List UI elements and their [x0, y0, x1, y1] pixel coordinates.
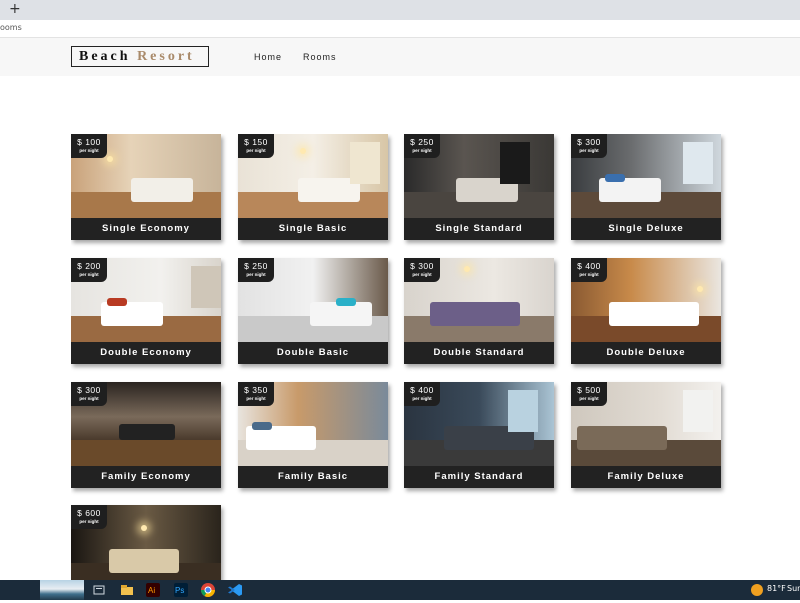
price-badge: $ 300 per night	[404, 258, 440, 282]
room-card[interactable]: $ 500 per night Family Deluxe	[571, 382, 721, 488]
room-name: Single Basic	[238, 218, 388, 240]
site-navbar: Beach Resort Home Rooms	[0, 38, 800, 76]
price-badge: $ 200 per night	[71, 258, 107, 282]
browser-tab-bar: +	[0, 0, 800, 20]
chrome-icon[interactable]	[199, 582, 217, 598]
svg-text:Ai: Ai	[148, 586, 155, 595]
room-name: Double Deluxe	[571, 342, 721, 364]
taskbar-thumbnail[interactable]	[40, 580, 84, 600]
new-tab-icon[interactable]: +	[9, 1, 21, 17]
price-badge: $ 150 per night	[238, 134, 274, 158]
illustrator-icon[interactable]: Ai	[144, 582, 162, 598]
price-badge: $ 600 per night	[71, 505, 107, 529]
weather-temperature[interactable]: 81°F	[767, 584, 786, 593]
photoshop-icon[interactable]: Ps	[172, 582, 190, 598]
nav-link-home[interactable]: Home	[254, 52, 282, 62]
logo-word-resort: Resort	[137, 49, 195, 64]
room-name: Family Economy	[71, 466, 221, 488]
room-card[interactable]: $ 150 per night Single Basic	[238, 134, 388, 240]
room-card[interactable]: $ 300 per night Family Economy	[71, 382, 221, 488]
room-card[interactable]: $ 250 per night Single Standard	[404, 134, 554, 240]
room-card[interactable]: $ 200 per night Double Economy	[71, 258, 221, 364]
svg-text:Ps: Ps	[175, 586, 184, 595]
rooms-grid: $ 100 per night Single Economy $ 150 per n…	[71, 134, 731, 580]
price-badge: $ 350 per night	[238, 382, 274, 406]
room-name: Double Basic	[238, 342, 388, 364]
room-card[interactable]: $ 250 per night Double Basic	[238, 258, 388, 364]
room-name: Family Basic	[238, 466, 388, 488]
room-name: Double Standard	[404, 342, 554, 364]
vscode-icon[interactable]	[226, 582, 244, 598]
room-name: Single Standard	[404, 218, 554, 240]
site-logo[interactable]: Beach Resort	[71, 46, 209, 67]
room-card[interactable]: $ 400 per night Family Standard	[404, 382, 554, 488]
room-name: Double Economy	[71, 342, 221, 364]
file-explorer-icon[interactable]	[90, 582, 108, 598]
room-card[interactable]: $ 350 per night Family Basic	[238, 382, 388, 488]
price-badge: $ 400 per night	[571, 258, 607, 282]
room-name: Family Standard	[404, 466, 554, 488]
room-card[interactable]: $ 300 per night Single Deluxe	[571, 134, 721, 240]
price-badge: $ 400 per night	[404, 382, 440, 406]
logo-word-beach: Beach	[79, 49, 131, 64]
weather-condition[interactable]: Sun	[787, 584, 800, 593]
room-card[interactable]: $ 600 per night	[71, 505, 221, 580]
folder-icon[interactable]	[118, 582, 136, 598]
browser-address-bar[interactable]: ooms	[0, 20, 800, 38]
weather-sun-icon[interactable]	[751, 584, 763, 596]
price-badge: $ 300 per night	[571, 134, 607, 158]
price-badge: $ 100 per night	[71, 134, 107, 158]
room-card[interactable]: $ 400 per night Double Deluxe	[571, 258, 721, 364]
os-taskbar: Ai Ps 81°F Sun	[0, 580, 800, 600]
price-badge: $ 250 per night	[404, 134, 440, 158]
room-name: Single Economy	[71, 218, 221, 240]
room-card[interactable]: $ 100 per night Single Economy	[71, 134, 221, 240]
nav-link-rooms[interactable]: Rooms	[303, 52, 337, 62]
room-card[interactable]: $ 300 per night Double Standard	[404, 258, 554, 364]
room-name: Family Deluxe	[571, 466, 721, 488]
address-text: ooms	[0, 23, 22, 32]
room-name: Single Deluxe	[571, 218, 721, 240]
price-badge: $ 300 per night	[71, 382, 107, 406]
price-badge: $ 250 per night	[238, 258, 274, 282]
price-badge: $ 500 per night	[571, 382, 607, 406]
